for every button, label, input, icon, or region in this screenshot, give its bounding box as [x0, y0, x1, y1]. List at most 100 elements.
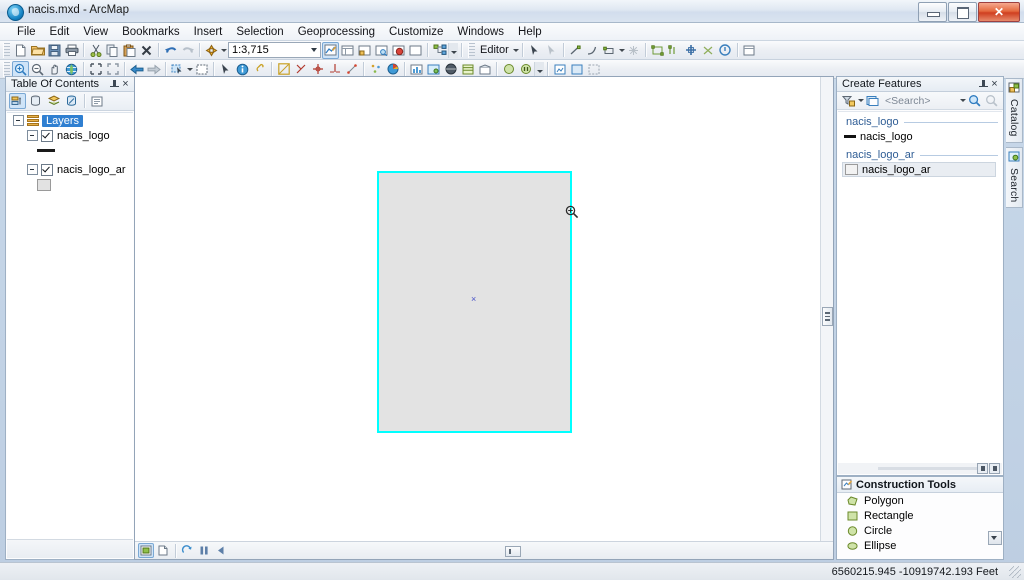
python-window-icon[interactable] — [407, 42, 424, 59]
edit-tool-icon[interactable] — [526, 42, 543, 59]
go-back-extent-icon[interactable] — [128, 61, 145, 78]
save-icon[interactable] — [46, 42, 63, 59]
search-icon[interactable] — [966, 92, 983, 109]
template-item-nacis-logo-ar[interactable]: nacis_logo_ar — [842, 162, 996, 177]
table-of-contents-icon[interactable] — [339, 42, 356, 59]
refresh-view-icon[interactable] — [500, 61, 517, 78]
polygon-symbol-swatch[interactable] — [37, 179, 51, 191]
search-input[interactable]: <Search> — [881, 94, 959, 107]
trace-dropdown-icon[interactable] — [618, 48, 625, 52]
expand-collapse-icon[interactable] — [27, 164, 38, 175]
model-builder-icon[interactable] — [431, 42, 448, 59]
create-new-template-icon[interactable] — [840, 92, 857, 109]
scroll-left-button[interactable] — [977, 463, 988, 474]
construction-tools-scroll-down[interactable] — [988, 531, 1002, 545]
map-scale-input[interactable]: 1:3,715 — [228, 42, 321, 58]
toc-layer-nacis-logo[interactable]: nacis_logo — [7, 128, 133, 143]
chart-grid-icon[interactable] — [476, 61, 493, 78]
open-icon[interactable] — [29, 42, 46, 59]
toolbar-grip[interactable] — [3, 42, 10, 58]
list-by-visibility-icon[interactable] — [45, 93, 62, 109]
add-data-icon[interactable] — [203, 42, 220, 59]
menu-file[interactable]: File — [10, 25, 43, 39]
construction-tool-ellipse[interactable]: Ellipse — [837, 538, 1003, 553]
attributes-icon[interactable] — [700, 42, 717, 59]
table-window-icon[interactable] — [459, 61, 476, 78]
scatter-symbol-icon[interactable] — [367, 61, 384, 78]
straight-segment-icon[interactable] — [567, 42, 584, 59]
point-icon[interactable] — [625, 42, 642, 59]
expand-collapse-icon[interactable] — [27, 130, 38, 141]
maximize-button[interactable] — [948, 2, 977, 22]
feature-template-list[interactable]: nacis_logo nacis_logo nacis_logo_ar naci… — [838, 111, 1002, 463]
edit-annotation-icon[interactable] — [543, 42, 560, 59]
copy-icon[interactable] — [104, 42, 121, 59]
pause-drawing-icon[interactable] — [196, 543, 212, 558]
editor-menu-caret-icon[interactable] — [512, 48, 519, 52]
menu-customize[interactable]: Customize — [382, 25, 450, 39]
map-horizontal-scroll-thumb[interactable] — [505, 546, 521, 557]
select-elements-icon[interactable] — [217, 61, 234, 78]
dashed-frame-icon[interactable] — [585, 61, 602, 78]
expand-collapse-icon[interactable] — [13, 115, 24, 126]
pie-chart-icon[interactable] — [384, 61, 401, 78]
toc-root-layers[interactable]: Layers — [7, 113, 133, 128]
delete-icon[interactable] — [138, 42, 155, 59]
resize-grip[interactable] — [1009, 566, 1021, 578]
chevron-down-icon[interactable] — [311, 48, 317, 52]
histogram-icon[interactable] — [408, 61, 425, 78]
construction-tool-rectangle[interactable]: Rectangle — [837, 508, 1003, 523]
side-tab-search[interactable]: Search — [1006, 146, 1023, 209]
toc-layer-nacis-logo-ar[interactable]: nacis_logo_ar — [7, 162, 133, 177]
fixed-zoom-in-icon[interactable] — [87, 61, 104, 78]
list-by-selection-icon[interactable] — [63, 93, 80, 109]
layout-preview-icon[interactable] — [425, 61, 442, 78]
close-icon[interactable]: × — [989, 78, 1000, 90]
sketch-properties-icon[interactable] — [666, 42, 683, 59]
close-button[interactable]: ✕ — [978, 2, 1020, 22]
minimize-button[interactable] — [918, 2, 947, 22]
add-data-dropdown-icon[interactable] — [221, 48, 227, 52]
split-icon[interactable] — [649, 42, 666, 59]
template-item-nacis-logo[interactable]: nacis_logo — [838, 129, 1002, 144]
edit-vertices-icon[interactable] — [343, 61, 360, 78]
go-to-xy-icon[interactable] — [309, 61, 326, 78]
data-view-icon[interactable] — [138, 543, 154, 558]
line-symbol-swatch[interactable] — [37, 149, 55, 152]
pin-icon[interactable] — [978, 79, 989, 90]
scrollbar-thumb[interactable] — [822, 307, 833, 326]
scroll-right-button[interactable] — [989, 463, 1000, 474]
menu-windows[interactable]: Windows — [450, 25, 511, 39]
editor-toolbar-grip[interactable] — [468, 42, 475, 58]
data-frame-icon[interactable] — [568, 61, 585, 78]
pan-icon[interactable] — [46, 61, 63, 78]
zoom-in-icon[interactable] — [12, 60, 29, 78]
pin-icon[interactable] — [109, 79, 120, 90]
map-canvas[interactable]: × — [135, 77, 821, 541]
map-vertical-scrollbar[interactable] — [820, 77, 833, 541]
refresh-icon[interactable] — [179, 543, 195, 558]
construction-tool-polygon[interactable]: Polygon — [837, 493, 1003, 508]
arcglobe-icon[interactable] — [390, 42, 407, 59]
menu-insert[interactable]: Insert — [187, 25, 230, 39]
fixed-zoom-out-icon[interactable] — [104, 61, 121, 78]
side-tab-catalog[interactable]: Catalog — [1006, 78, 1023, 143]
layer-visibility-checkbox[interactable] — [41, 129, 53, 142]
clear-search-icon[interactable] — [983, 92, 1000, 109]
curve-segment-icon[interactable] — [584, 42, 601, 59]
close-icon[interactable]: × — [120, 78, 131, 90]
catalog-window-icon[interactable] — [356, 42, 373, 59]
trace-icon[interactable] — [601, 42, 618, 59]
list-by-drawing-order-icon[interactable] — [9, 93, 26, 109]
toc-symbol-line[interactable] — [7, 143, 133, 158]
redo-icon[interactable] — [179, 42, 196, 59]
paste-icon[interactable] — [121, 42, 138, 59]
zoom-out-icon[interactable] — [29, 61, 46, 78]
menu-edit[interactable]: Edit — [43, 25, 77, 39]
organize-templates-icon[interactable] — [864, 92, 881, 109]
editor-panel-icon[interactable] — [741, 42, 758, 59]
clear-selection-icon[interactable] — [193, 61, 210, 78]
layer-visibility-checkbox[interactable] — [41, 163, 53, 176]
go-forward-extent-icon[interactable] — [145, 61, 162, 78]
toc-symbol-polygon[interactable] — [7, 177, 133, 193]
